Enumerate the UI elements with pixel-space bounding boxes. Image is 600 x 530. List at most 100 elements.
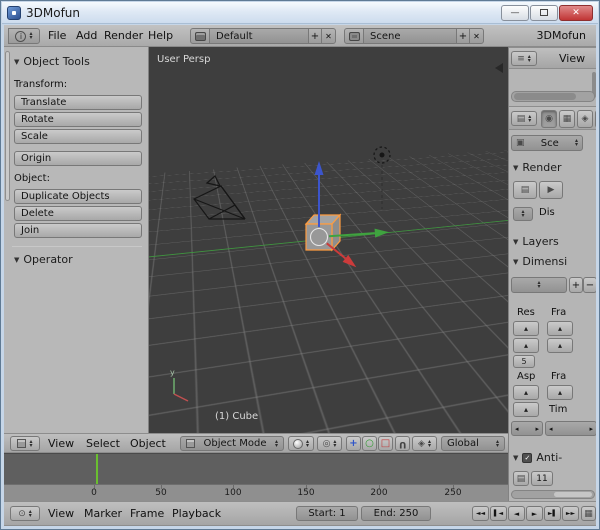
frame-start-stepper[interactable]: ▴: [547, 321, 573, 336]
samples-11-button[interactable]: 11: [531, 471, 553, 486]
translate-button[interactable]: Translate: [14, 95, 142, 110]
aspect-x-stepper[interactable]: ▴: [513, 385, 539, 400]
manipulator-translate-button[interactable]: +: [346, 436, 361, 451]
add-scene-button[interactable]: +: [456, 28, 470, 44]
duplicate-objects-button[interactable]: Duplicate Objects: [14, 189, 142, 204]
menu-marker[interactable]: Marker: [84, 507, 122, 520]
keying-set-button[interactable]: ▦: [581, 506, 596, 521]
editor-type-button[interactable]: ▴▾: [10, 436, 40, 451]
editor-type-button[interactable]: ▤ ▴▾: [511, 111, 537, 126]
scene-dropdown[interactable]: Scene: [363, 28, 457, 44]
tab-world[interactable]: ◈: [577, 110, 593, 128]
object-label: Object:: [14, 173, 50, 184]
play-button[interactable]: ►: [526, 506, 543, 521]
render-animation-button[interactable]: ▶: [539, 181, 563, 199]
tab-render[interactable]: ◉: [541, 110, 557, 128]
window-title: 3DMofun: [26, 6, 80, 20]
object-tools-panel-header[interactable]: ▼ Object Tools: [14, 55, 90, 68]
delete-layout-button[interactable]: ✕: [321, 28, 336, 44]
menu-view[interactable]: View: [48, 437, 74, 450]
scrollbar-thumb[interactable]: [554, 492, 592, 497]
editor-type-info-button[interactable]: i ▴▾: [8, 28, 40, 44]
display-dropdown[interactable]: ▴▾: [513, 207, 533, 221]
tab-scene[interactable]: ▦: [559, 110, 575, 128]
object-mode-icon: [186, 439, 195, 448]
screen-layout-browse-button[interactable]: [190, 28, 210, 44]
tool-shelf-scrollbar[interactable]: [5, 51, 10, 201]
jump-to-start-button[interactable]: ◄◄: [472, 506, 489, 521]
menu-view[interactable]: View: [48, 507, 74, 520]
fps-slider[interactable]: ◂▸: [511, 421, 543, 436]
scrollbar-thumb[interactable]: [514, 93, 576, 100]
menu-render[interactable]: Render: [104, 29, 143, 42]
scene-browse-button[interactable]: [344, 28, 364, 44]
close-button[interactable]: ✕: [559, 5, 593, 21]
outliner-horizontal-scrollbar[interactable]: [511, 91, 595, 102]
frame-start-field[interactable]: Start: 1: [296, 506, 358, 521]
samples-icon-button[interactable]: ▤: [513, 471, 529, 486]
context-breadcrumb[interactable]: ▣ Sce ▴▾: [511, 135, 583, 151]
menu-help[interactable]: Help: [148, 29, 173, 42]
manipulator-scale-button[interactable]: □: [378, 436, 393, 451]
origin-button[interactable]: Origin: [14, 151, 142, 166]
tab-object[interactable]: ▣: [595, 110, 596, 128]
collapsed-panel-arrow-icon[interactable]: [495, 63, 503, 73]
render-image-button[interactable]: ▤: [513, 181, 537, 199]
camera-object[interactable]: [194, 176, 245, 219]
resolution-y-stepper[interactable]: ▴: [513, 338, 539, 353]
rotate-button[interactable]: Rotate: [14, 112, 142, 127]
viewport-shading-dropdown[interactable]: ▴▾: [288, 436, 314, 451]
orientation-dropdown[interactable]: Global ▴▾: [441, 436, 505, 451]
frame-end-field[interactable]: End: 250: [361, 506, 431, 521]
remove-preset-button[interactable]: −: [583, 277, 596, 293]
title-bar[interactable]: 3DMofun — ✕: [2, 2, 598, 24]
menu-playback[interactable]: Playback: [172, 507, 221, 520]
timeline-ruler[interactable]: 0 50 100 150 200 250: [4, 484, 508, 501]
aspect-y-stepper[interactable]: ▴: [513, 402, 539, 417]
menu-frame[interactable]: Frame: [130, 507, 164, 520]
render-preset-dropdown[interactable]: ▴▾: [511, 277, 567, 293]
snap-element-dropdown[interactable]: ◈ ▴▾: [412, 436, 437, 451]
next-keyframe-button[interactable]: ►▌: [544, 506, 561, 521]
frame-step-stepper[interactable]: ▴: [547, 385, 573, 400]
resolution-x-stepper[interactable]: ▴: [513, 321, 539, 336]
lamp-object[interactable]: [374, 147, 390, 209]
render-panel-header[interactable]: ▼ Render: [513, 161, 562, 174]
pivot-point-dropdown[interactable]: ◎ ▴▾: [317, 436, 342, 451]
editor-type-button[interactable]: ⊙ ▴▾: [10, 506, 40, 521]
timeline-track[interactable]: [4, 453, 508, 484]
operator-panel-header[interactable]: ▼ Operator: [14, 253, 73, 266]
minimize-button[interactable]: —: [501, 5, 529, 21]
menu-object[interactable]: Object: [130, 437, 166, 450]
current-frame-marker[interactable]: [96, 454, 98, 484]
menu-file[interactable]: File: [48, 29, 66, 42]
snap-magnet-button[interactable]: U: [395, 436, 410, 451]
delete-scene-button[interactable]: ✕: [469, 28, 484, 44]
play-reverse-button[interactable]: ◄: [508, 506, 525, 521]
screen-layout-dropdown[interactable]: Default: [209, 28, 309, 44]
axis-x-arrow[interactable]: [324, 240, 359, 271]
scale-button[interactable]: Scale: [14, 129, 142, 144]
time-remap-slider[interactable]: ◂▸: [545, 421, 596, 436]
mode-dropdown[interactable]: Object Mode ▴▾: [180, 436, 284, 451]
add-layout-button[interactable]: +: [308, 28, 322, 44]
previous-keyframe-button[interactable]: ▌◄: [490, 506, 507, 521]
jump-to-end-button[interactable]: ►►: [562, 506, 579, 521]
anti-aliasing-panel-header[interactable]: ▼ ✓ Anti-: [513, 451, 562, 464]
frame-end-stepper[interactable]: ▴: [547, 338, 573, 353]
editor-type-button[interactable]: ≡ ▴▾: [511, 51, 537, 66]
layers-panel-header[interactable]: ▼ Layers: [513, 235, 559, 248]
add-preset-button[interactable]: +: [569, 277, 583, 293]
manipulator-rotate-button[interactable]: ○: [362, 436, 377, 451]
resolution-percentage-field[interactable]: 5: [513, 355, 535, 368]
menu-view[interactable]: View: [559, 52, 585, 65]
anti-aliasing-checkbox[interactable]: ✓: [522, 453, 532, 463]
menu-select[interactable]: Select: [86, 437, 120, 450]
menu-add[interactable]: Add: [76, 29, 97, 42]
properties-horizontal-scrollbar[interactable]: [511, 490, 595, 499]
dimensions-panel-header[interactable]: ▼ Dimensi: [513, 255, 567, 268]
viewport-3d[interactable]: y User Persp (1) Cube: [149, 47, 508, 433]
delete-button[interactable]: Delete: [14, 206, 142, 221]
join-button[interactable]: Join: [14, 223, 142, 238]
maximize-button[interactable]: [530, 5, 558, 21]
